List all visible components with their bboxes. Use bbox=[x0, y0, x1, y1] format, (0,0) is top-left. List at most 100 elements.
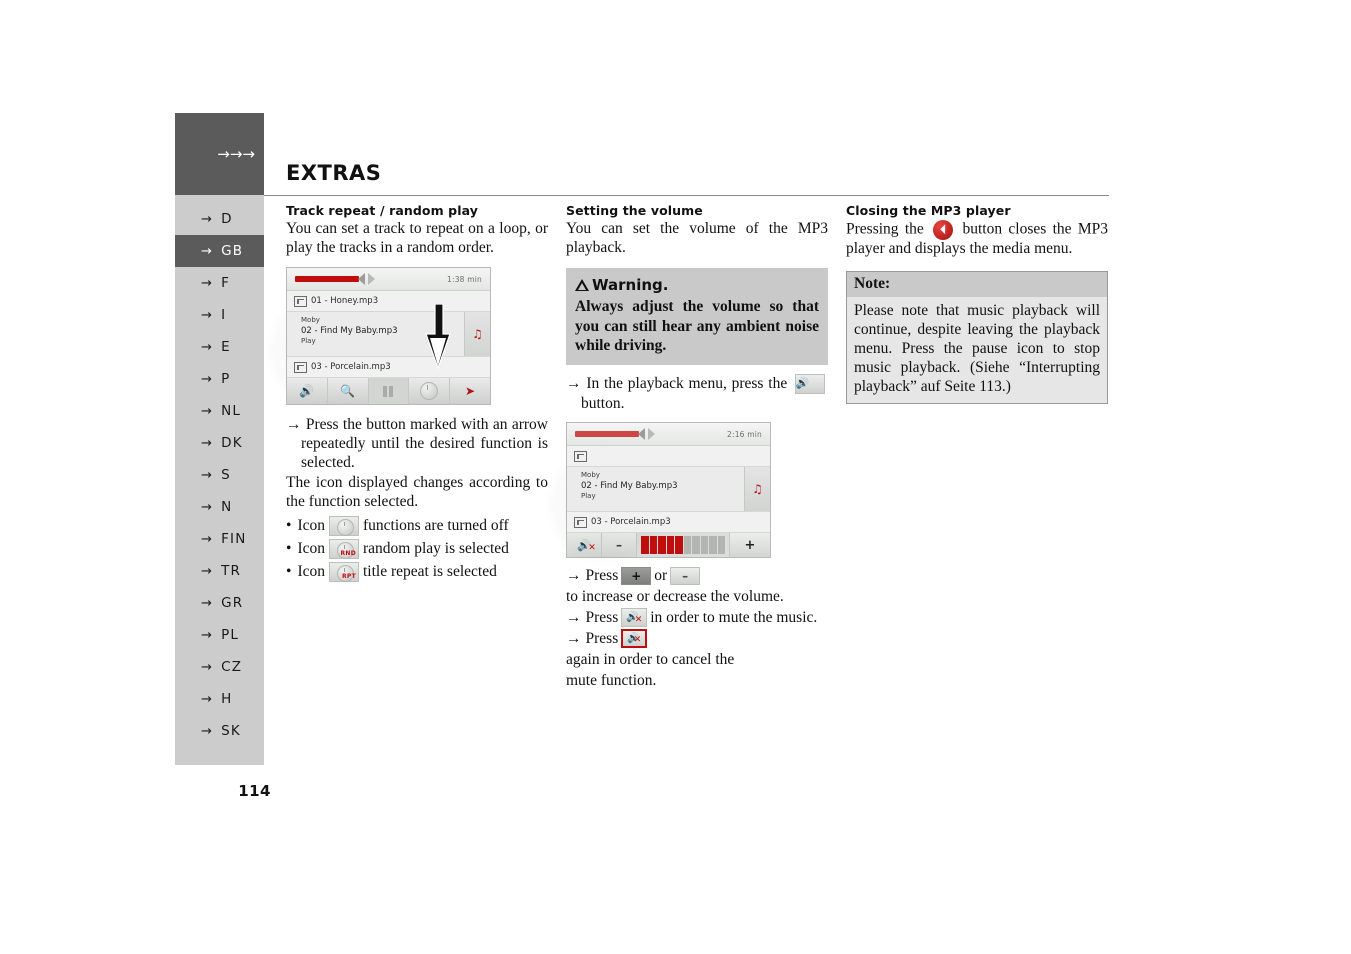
volume-segment bbox=[675, 536, 683, 555]
music-file-icon bbox=[294, 361, 307, 373]
playback-progress-bar-area: 1:38 min bbox=[287, 268, 490, 292]
volume-down-button[interactable]: – bbox=[602, 533, 637, 558]
sidebar-item-label: P bbox=[221, 371, 231, 387]
sidebar-item-fin[interactable]: → FIN bbox=[175, 523, 264, 555]
track-list-item-empty[interactable] bbox=[567, 446, 770, 468]
volume-level-meter bbox=[637, 533, 729, 558]
sidebar-item-cz[interactable]: → CZ bbox=[175, 651, 264, 683]
sidebar-item-e[interactable]: → E bbox=[175, 331, 264, 363]
sidebar-item-dk[interactable]: → DK bbox=[175, 427, 264, 459]
progress-bar[interactable] bbox=[295, 273, 381, 286]
instruction-press-button: → Press the button marked with an arrow … bbox=[286, 415, 548, 472]
sidebar-item-sk[interactable]: → SK bbox=[175, 715, 264, 747]
repeat-random-button[interactable] bbox=[409, 378, 451, 405]
callout-arrow-icon bbox=[425, 304, 451, 370]
arrow-icon: → bbox=[201, 627, 214, 643]
sidebar-item-h[interactable]: → H bbox=[175, 683, 264, 715]
repeat-knob-repeat-icon: RPT bbox=[328, 561, 359, 582]
pause-icon bbox=[383, 385, 394, 397]
mute-button-icon: 🔊 ✕ bbox=[621, 608, 648, 628]
track-list-item[interactable]: 03 - Porcelain.mp3 bbox=[567, 512, 770, 534]
bullet-item-random: • Icon RND random play is selected bbox=[286, 537, 548, 560]
sidebar-item-nl[interactable]: → NL bbox=[175, 395, 264, 427]
sidebar-item-label: N bbox=[221, 499, 233, 515]
sidebar-item-label: I bbox=[221, 307, 227, 323]
volume-segment bbox=[717, 536, 725, 555]
now-playing-state: Play bbox=[581, 492, 596, 501]
bullet-dot: • bbox=[286, 563, 292, 581]
column-right: Closing the MP3 player Pressing the ⏴ bu… bbox=[846, 203, 1108, 404]
exit-player-button[interactable]: ➤ bbox=[450, 378, 490, 405]
music-file-icon bbox=[294, 295, 307, 307]
sidebar-item-i[interactable]: → I bbox=[175, 299, 264, 331]
music-note-button[interactable]: ♫ bbox=[744, 467, 770, 512]
bullet-prefix: Icon bbox=[297, 517, 325, 535]
search-button[interactable]: 🔍 bbox=[327, 378, 369, 405]
step-text-post: to increase or decrease the volume. bbox=[566, 588, 784, 606]
sidebar-item-n[interactable]: → N bbox=[175, 491, 264, 523]
arrow-marker-icon: → bbox=[566, 630, 582, 648]
sidebar-item-label: E bbox=[221, 339, 231, 355]
arrow-icon: → bbox=[201, 275, 214, 291]
sidebar-item-label: H bbox=[221, 691, 233, 707]
arrow-marker-icon: → bbox=[566, 374, 582, 392]
repeat-knob-icon bbox=[420, 382, 439, 401]
knob-label: RPT bbox=[341, 572, 356, 580]
progress-fill bbox=[295, 276, 359, 283]
sidebar-item-label: SK bbox=[221, 723, 241, 739]
sidebar-item-pl[interactable]: → PL bbox=[175, 619, 264, 651]
step-text-pre: In the playback menu, press the bbox=[586, 374, 788, 392]
arrow-icon: → bbox=[201, 403, 214, 419]
volume-segment bbox=[658, 536, 666, 555]
track-label: 03 - Porcelain.mp3 bbox=[311, 362, 391, 373]
sidebar-item-gr[interactable]: → GR bbox=[175, 587, 264, 619]
track-list-item[interactable]: 03 - Porcelain.mp3 bbox=[287, 357, 490, 379]
bullet-text: title repeat is selected bbox=[362, 563, 497, 581]
mp3-player-screenshot-1: 1:38 min 01 - Honey.mp3 Moby 02 - Find M… bbox=[265, 267, 491, 411]
step-text-post: in order to mute the music. bbox=[650, 609, 818, 627]
step-open-volume: → In the playback menu, press the 🔊 butt… bbox=[566, 374, 828, 413]
bullet-text: functions are turned off bbox=[362, 517, 509, 535]
sidebar-item-s[interactable]: → S bbox=[175, 459, 264, 491]
knob-label: RND bbox=[340, 549, 356, 557]
section-intro-volume: You can set the volume of the MP3 playba… bbox=[566, 220, 828, 256]
arrow-icon: → bbox=[201, 307, 214, 323]
volume-up-button[interactable]: + bbox=[729, 533, 770, 558]
sidebar-item-f[interactable]: → F bbox=[175, 267, 264, 299]
mute-button-highlighted-icon: 🔊 ✕ bbox=[621, 629, 648, 649]
step-text-mid: or bbox=[654, 567, 668, 585]
arrow-icon: → bbox=[201, 691, 214, 707]
plus-icon: + bbox=[744, 537, 756, 553]
bullet-prefix: Icon bbox=[297, 540, 325, 558]
language-sidebar: →→→ → D → GB → F → I → E → P → NL → DK → S → N → FIN → TR → GR → PL… bbox=[175, 113, 264, 765]
sidebar-item-tr[interactable]: → TR bbox=[175, 555, 264, 587]
player-toolbar: 🔊 🔍 ➤ bbox=[287, 378, 490, 405]
sidebar-item-label: D bbox=[221, 211, 233, 227]
step-text-pre: Press bbox=[585, 630, 619, 648]
sidebar-item-label: CZ bbox=[221, 659, 243, 675]
volume-segment bbox=[700, 536, 708, 555]
pause-button[interactable] bbox=[368, 378, 410, 405]
mute-button[interactable]: 🔊 ✕ bbox=[567, 533, 602, 558]
sidebar-item-p[interactable]: → P bbox=[175, 363, 264, 395]
bullet-dot: • bbox=[286, 540, 292, 558]
sidebar-item-d[interactable]: → D bbox=[175, 203, 264, 235]
sidebar-item-label: NL bbox=[221, 403, 242, 419]
sidebar-item-label: S bbox=[221, 467, 231, 483]
progress-bar[interactable] bbox=[575, 428, 661, 441]
step-unmute: → Press 🔊 ✕ again in order to cancel the … bbox=[566, 628, 828, 691]
arrow-marker-icon: → bbox=[286, 416, 302, 434]
sidebar-item-label: DK bbox=[221, 435, 243, 451]
track-list-item[interactable]: 01 - Honey.mp3 bbox=[287, 291, 490, 313]
progress-fill bbox=[575, 431, 639, 438]
sidebar-item-gb[interactable]: → GB bbox=[175, 235, 264, 267]
mp3-player-screenshot-2: 2:16 min Moby 02 - Find My Baby.mp3 Play… bbox=[545, 422, 771, 566]
volume-control-strip: 🔊 ✕ – + bbox=[567, 533, 770, 558]
arrow-icon: → bbox=[201, 563, 214, 579]
music-note-button[interactable]: ♫ bbox=[464, 312, 490, 357]
track-label: 01 - Honey.mp3 bbox=[311, 296, 379, 307]
step-mute: → Press 🔊 ✕ in order to mute the music. bbox=[566, 607, 828, 628]
volume-button[interactable]: 🔊 bbox=[287, 378, 328, 405]
step-text-post: button. bbox=[581, 395, 625, 413]
repeat-knob-random-icon: RND bbox=[328, 538, 359, 559]
